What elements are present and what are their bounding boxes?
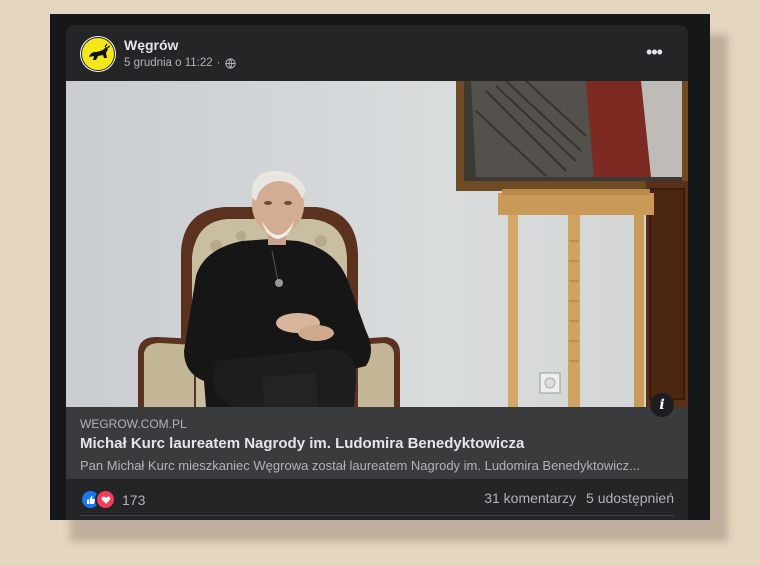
page-name[interactable]: Węgrów — [124, 37, 178, 53]
link-description: Pan Michał Kurc mieszkaniec Węgrowa zost… — [80, 458, 640, 473]
more-options-button[interactable]: ••• — [642, 42, 666, 62]
love-reaction-icon — [95, 489, 116, 510]
link-title[interactable]: Michał Kurc laureatem Nagrody im. Ludomi… — [80, 435, 524, 452]
stats-divider — [80, 515, 674, 516]
post-header: Węgrów 5 grudnia o 11:22 · ••• — [80, 36, 674, 76]
shares-count[interactable]: 5 udostępnień — [586, 490, 674, 506]
globe-icon — [224, 57, 236, 69]
ellipsis-icon: ••• — [646, 42, 663, 62]
post-meta: 5 grudnia o 11:22 · — [124, 57, 236, 69]
coat-of-arms-icon — [81, 37, 115, 71]
meta-separator: · — [216, 57, 221, 69]
info-icon: i — [659, 397, 665, 413]
link-domain: WEGROW.COM.PL — [80, 417, 187, 431]
post-timestamp[interactable]: 5 grudnia o 11:22 — [124, 57, 213, 69]
info-button[interactable]: i — [650, 393, 674, 417]
comments-count[interactable]: 31 komentarzy — [484, 490, 576, 506]
engagement-stats: 31 komentarzy 5 udostępnień — [484, 490, 674, 506]
post-stats: 173 31 komentarzy 5 udostępnień — [80, 481, 674, 515]
post-card: Węgrów 5 grudnia o 11:22 · ••• i WEGROW.… — [66, 25, 688, 520]
link-preview[interactable]: i WEGROW.COM.PL Michał Kurc laureatem Na… — [66, 393, 688, 479]
page-avatar[interactable] — [80, 36, 116, 72]
reaction-count: 173 — [122, 491, 146, 508]
reactions-summary[interactable]: 173 — [80, 489, 145, 510]
link-image[interactable] — [66, 81, 688, 407]
